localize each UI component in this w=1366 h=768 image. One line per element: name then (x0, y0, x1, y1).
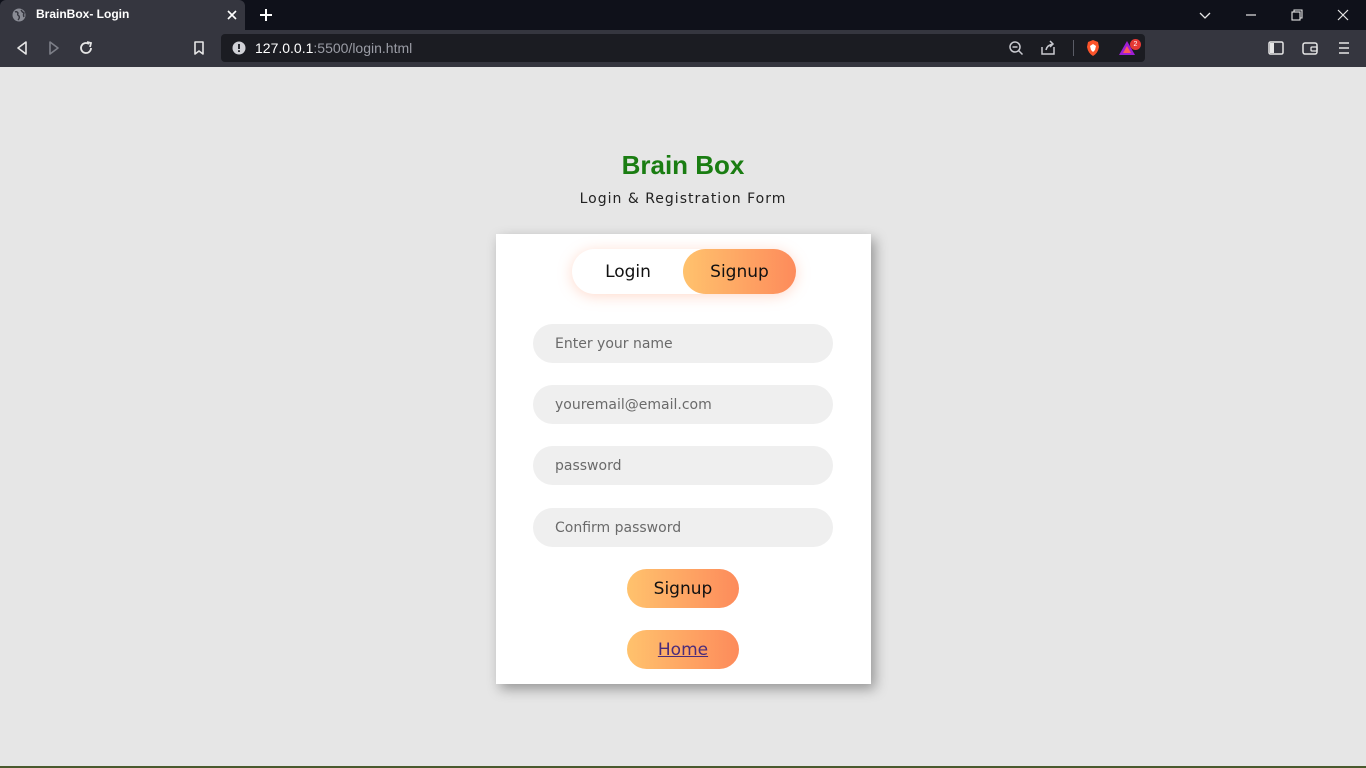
url-path: :5500/login.html (313, 40, 413, 56)
signup-button[interactable]: Signup (627, 569, 739, 608)
sidebar-icon[interactable] (1267, 39, 1285, 57)
tab-title: BrainBox- Login (36, 7, 130, 21)
plus-icon[interactable] (258, 7, 274, 23)
notification-badge: 2 (1130, 39, 1141, 50)
info-icon[interactable] (232, 41, 246, 55)
tab-signup[interactable]: Signup (683, 249, 796, 294)
forward-icon[interactable] (45, 39, 63, 57)
globe-icon (12, 8, 26, 22)
share-icon[interactable] (1039, 39, 1057, 57)
tab-login[interactable]: Login (572, 249, 684, 294)
password-field[interactable] (533, 446, 833, 485)
restore-icon (1291, 9, 1303, 21)
minimize-button[interactable] (1228, 0, 1274, 30)
wallet-icon[interactable] (1301, 39, 1319, 57)
chevron-down-icon (1199, 12, 1211, 19)
email-field[interactable] (533, 385, 833, 424)
window-close-icon (1337, 9, 1349, 21)
address-separator (1073, 40, 1074, 56)
window-close-button[interactable] (1320, 0, 1366, 30)
form-toggle: Login Signup (572, 249, 796, 294)
menu-icon[interactable] (1335, 39, 1353, 57)
zoom-out-icon[interactable] (1007, 39, 1025, 57)
brand-title: Brain Box (621, 150, 745, 180)
brave-shield-icon[interactable] (1084, 39, 1102, 57)
url-text[interactable]: 127.0.0.1:5500/login.html (255, 40, 412, 56)
bookmark-icon[interactable] (190, 39, 208, 57)
tab-search-button[interactable] (1182, 0, 1228, 30)
restore-button[interactable] (1274, 0, 1320, 30)
name-field[interactable] (533, 324, 833, 363)
browser-tab[interactable]: BrainBox- Login (0, 0, 245, 30)
close-icon[interactable] (225, 8, 239, 22)
minimize-icon (1246, 14, 1256, 16)
back-icon[interactable] (13, 39, 31, 57)
confirm-password-field[interactable] (533, 508, 833, 547)
url-host: 127.0.0.1 (255, 40, 314, 56)
page-subtitle: Login & Registration Form (579, 191, 787, 207)
browser-tab-bar: BrainBox- Login (0, 0, 1366, 30)
home-link[interactable]: Home (658, 640, 708, 660)
home-button[interactable]: Home (627, 630, 739, 669)
reload-icon[interactable] (77, 39, 95, 57)
